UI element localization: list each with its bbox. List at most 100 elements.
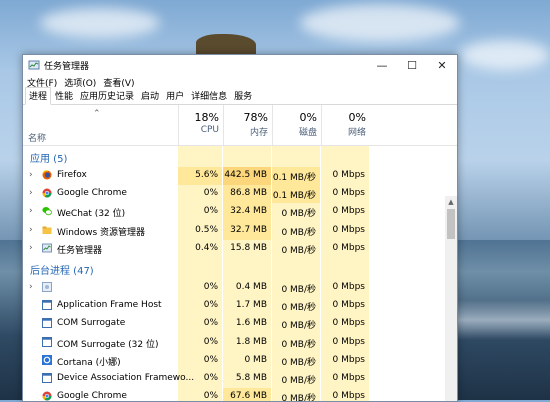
tab-performance[interactable]: 性能	[52, 88, 76, 104]
network-label: 网络	[347, 128, 366, 138]
process-disk: 0 MB/秒	[281, 321, 316, 332]
process-disk: 0 MB/秒	[281, 339, 316, 350]
process-row[interactable]: Device Association Framewo... 0% 5.8 MB 0 M…	[23, 370, 443, 388]
cloud	[300, 4, 460, 42]
expand-chevron-icon[interactable]: ›	[29, 243, 33, 253]
menu-view[interactable]: 查看(V)	[103, 76, 134, 89]
process-disk: 0.1 MB/秒	[272, 167, 320, 186]
process-disk: 0 MB/秒	[281, 303, 316, 314]
expand-chevron-icon[interactable]: ›	[29, 170, 33, 180]
expand-chevron-icon[interactable]: ›	[29, 188, 33, 198]
menu-bar: 文件(F) 选项(O) 查看(V)	[23, 75, 457, 89]
tab-processes[interactable]: 进程	[25, 87, 52, 105]
explorer-icon	[42, 225, 52, 235]
process-row[interactable]: › WeChat (32 位) 0% 32.4 MB 0 MB/秒 0 Mbps	[23, 203, 443, 222]
process-disk: 0 MB/秒	[281, 209, 316, 220]
process-network: 0 Mbps	[332, 224, 365, 235]
minimize-button[interactable]: —	[367, 55, 397, 75]
sun-reflection	[456, 300, 550, 340]
tab-services[interactable]: 服务	[231, 88, 255, 104]
process-network: 0 Mbps	[332, 391, 365, 401]
process-network: 0 Mbps	[332, 242, 365, 253]
process-network: 0 Mbps	[332, 336, 365, 347]
tab-strip: 进程 性能 应用历史记录 启动 用户 详细信息 服务	[23, 87, 457, 105]
title-bar[interactable]: 任务管理器 — ☐ ✕	[23, 55, 457, 75]
process-disk: 0 MB/秒	[281, 284, 316, 295]
column-header-name[interactable]: 名称	[28, 131, 46, 144]
process-row[interactable]: › 任务管理器 0.4% 15.8 MB 0 MB/秒 0 Mbps	[23, 240, 443, 258]
process-memory: 32.7 MB	[223, 221, 271, 240]
process-cpu: 0%	[203, 354, 218, 365]
process-network: 0 Mbps	[332, 354, 365, 365]
tab-details[interactable]: 详细信息	[188, 88, 230, 104]
process-memory: 1.7 MB	[235, 300, 267, 311]
process-disk: 0.1 MB/秒	[272, 185, 320, 204]
menu-options[interactable]: 选项(O)	[64, 76, 96, 89]
process-cpu: 0%	[203, 318, 218, 329]
maximize-button[interactable]: ☐	[397, 55, 427, 75]
tab-users[interactable]: 用户	[163, 88, 187, 104]
group-title-apps[interactable]: 应用 (5)	[30, 150, 67, 165]
group-header-apps: 应用 (5)	[23, 146, 443, 167]
cpu-total: 18%	[194, 111, 219, 124]
disk-label: 磁盘	[298, 128, 317, 138]
expand-chevron-icon[interactable]: ›	[29, 282, 33, 292]
task-manager-window: 任务管理器 — ☐ ✕ 文件(F) 选项(O) 查看(V) 进程 性能 应用历史…	[22, 54, 458, 402]
process-disk: 0 MB/秒	[281, 357, 316, 368]
process-cpu: 0%	[203, 372, 218, 383]
scroll-up-icon[interactable]: ▲	[445, 196, 457, 208]
rock-formation	[196, 34, 256, 56]
process-disk: 0 MB/秒	[281, 375, 316, 386]
process-disk: 0 MB/秒	[281, 227, 316, 238]
process-name: 任务管理器	[57, 245, 103, 256]
window-frame-icon	[42, 300, 52, 311]
process-row[interactable]: › Windows 资源管理器 0.5% 32.7 MB 0 MB/秒 0 Mbps	[23, 221, 443, 240]
process-list: 应用 (5) › Firefox 5.6% 442.5 MB 0.1 MB/秒 0 Mbp…	[23, 146, 443, 401]
process-row[interactable]: COM Surrogate (32 位) 0% 1.8 MB 0 MB/秒 0 Mbps	[23, 334, 443, 352]
close-button[interactable]: ✕	[427, 55, 457, 75]
tab-app-history[interactable]: 应用历史记录	[77, 88, 137, 104]
vertical-scrollbar[interactable]: ▲	[445, 196, 457, 401]
memory-total: 78%	[243, 111, 268, 124]
process-row[interactable]: Cortana (小娜) 0% 0 MB 0 MB/秒 0 Mbps	[23, 352, 443, 370]
column-header-disk[interactable]: 0% 磁盘	[272, 105, 321, 145]
process-row[interactable]: › 0% 0.4 MB 0 MB/秒 0 Mbps	[23, 279, 443, 297]
process-name: COM Surrogate (32 位)	[57, 339, 159, 350]
process-cpu: 0%	[203, 188, 218, 199]
group-title-background[interactable]: 后台进程 (47)	[30, 262, 94, 277]
process-name: COM Surrogate	[57, 318, 126, 329]
process-memory: 5.8 MB	[235, 372, 267, 383]
process-row[interactable]: Application Frame Host 0% 1.7 MB 0 MB/秒 0 Mb…	[23, 297, 443, 315]
scrollbar-thumb[interactable]	[447, 209, 455, 239]
generic-app-icon	[42, 282, 52, 292]
column-header-network[interactable]: 0% 网络	[321, 105, 370, 145]
process-network: 0 Mbps	[332, 170, 365, 180]
process-network: 0 Mbps	[332, 188, 365, 199]
cloud	[40, 8, 160, 38]
process-row[interactable]: › Firefox 5.6% 442.5 MB 0.1 MB/秒 0 Mbps	[23, 167, 443, 186]
tab-startup[interactable]: 启动	[138, 88, 162, 104]
process-grid: ⌃ 名称 18% CPU 78% 内存 0% 磁盘 0% 网络 应用 (5) ›…	[23, 105, 457, 401]
expand-chevron-icon[interactable]: ›	[29, 225, 33, 235]
firefox-icon	[42, 170, 52, 180]
process-disk: 0 MB/秒	[281, 245, 316, 256]
process-row[interactable]: › Google Chrome 0% 86.8 MB 0.1 MB/秒 0 Mbps	[23, 185, 443, 204]
column-header-cpu[interactable]: 18% CPU	[178, 105, 223, 145]
process-name: Application Frame Host	[57, 300, 162, 311]
process-network: 0 Mbps	[332, 206, 365, 217]
column-header-memory[interactable]: 78% 内存	[223, 105, 272, 145]
process-row[interactable]: COM Surrogate 0% 1.6 MB 0 MB/秒 0 Mbps	[23, 315, 443, 333]
window-frame-icon	[42, 336, 52, 347]
process-cpu: 0%	[203, 391, 218, 401]
process-disk: 0 MB/秒	[281, 394, 316, 401]
column-header-row: ⌃ 名称 18% CPU 78% 内存 0% 磁盘 0% 网络	[23, 105, 457, 146]
process-cpu: 0.4%	[195, 242, 218, 253]
process-cpu: 0.5%	[195, 224, 218, 235]
cpu-label: CPU	[200, 125, 219, 135]
process-row[interactable]: Google Chrome 0% 67.6 MB 0 MB/秒 0 Mbps	[23, 388, 443, 401]
disk-total: 0%	[299, 111, 317, 124]
process-network: 0 Mbps	[332, 300, 365, 311]
process-network: 0 Mbps	[332, 281, 365, 292]
expand-chevron-icon[interactable]: ›	[29, 206, 33, 216]
process-name: Cortana (小娜)	[57, 357, 121, 368]
